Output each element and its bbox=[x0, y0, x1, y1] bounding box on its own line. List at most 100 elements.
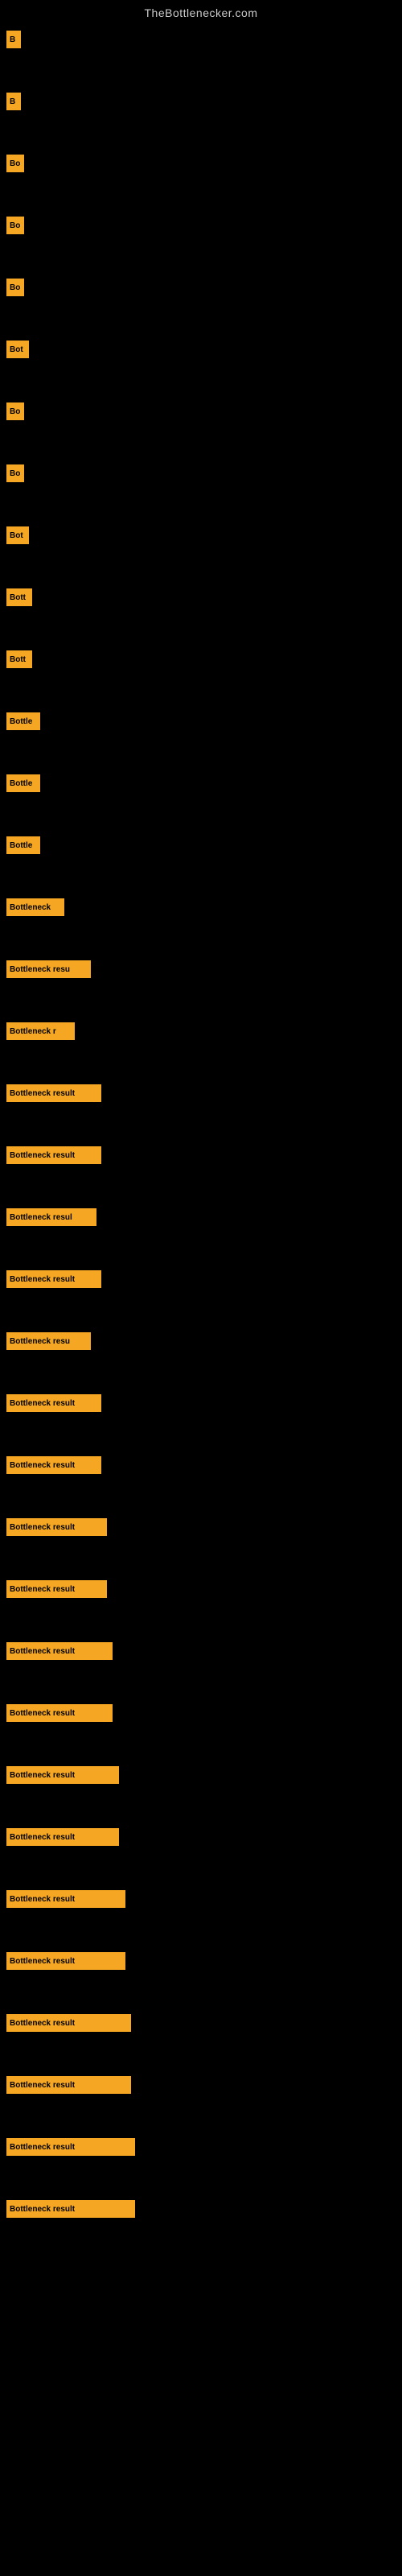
result-bar: Bo bbox=[6, 279, 24, 296]
result-bar: Bot bbox=[6, 526, 29, 544]
bar-label: Bottleneck r bbox=[10, 1027, 56, 1036]
result-bar: Bottleneck resul bbox=[6, 1208, 96, 1226]
bar-label: Bottleneck bbox=[10, 903, 51, 912]
result-bar: B bbox=[6, 93, 21, 110]
bar-row: Bottleneck result bbox=[6, 2076, 402, 2094]
bars-container: BBBoBoBoBotBoBoBotBottBottBottleBottleBo… bbox=[0, 23, 402, 2218]
bar-row: Bottleneck result bbox=[6, 1704, 402, 1722]
bar-label: Bott bbox=[10, 655, 26, 664]
result-bar: Bott bbox=[6, 588, 32, 606]
result-bar: Bottleneck result bbox=[6, 1766, 119, 1784]
bar-row: Bottleneck result bbox=[6, 1890, 402, 1908]
bar-label: Bottleneck result bbox=[10, 1275, 75, 1284]
bar-label: B bbox=[10, 97, 15, 106]
bar-label: Bottleneck resul bbox=[10, 1213, 72, 1222]
bar-row: Bott bbox=[6, 650, 402, 668]
bar-row: Bottleneck result bbox=[6, 1952, 402, 1970]
bar-label: Bottleneck result bbox=[10, 1647, 75, 1656]
bar-label: Bottle bbox=[10, 779, 32, 788]
result-bar: Bott bbox=[6, 650, 32, 668]
bar-row: B bbox=[6, 31, 402, 48]
bar-label: Bottleneck result bbox=[10, 1957, 75, 1966]
bar-label: Bot bbox=[10, 531, 23, 540]
bar-row: Bottleneck result bbox=[6, 1456, 402, 1474]
bar-label: Bottleneck result bbox=[10, 1151, 75, 1160]
bar-row: Bottleneck result bbox=[6, 1084, 402, 1102]
bar-row: Bottleneck r bbox=[6, 1022, 402, 1040]
result-bar: Bot bbox=[6, 341, 29, 358]
bar-row: Bottleneck result bbox=[6, 1518, 402, 1536]
bar-label: Bo bbox=[10, 469, 20, 478]
bar-label: Bottleneck result bbox=[10, 1771, 75, 1780]
result-bar: Bottle bbox=[6, 712, 40, 730]
result-bar: Bottleneck result bbox=[6, 1890, 125, 1908]
bar-row: Bottleneck result bbox=[6, 1766, 402, 1784]
bar-row: Bottleneck result bbox=[6, 1828, 402, 1846]
result-bar: Bottleneck result bbox=[6, 2138, 135, 2156]
result-bar: Bo bbox=[6, 155, 24, 172]
bar-row: Bottleneck result bbox=[6, 2014, 402, 2032]
bar-label: Bottleneck resu bbox=[10, 1337, 70, 1346]
bar-label: Bo bbox=[10, 221, 20, 230]
bar-row: Bottleneck result bbox=[6, 2200, 402, 2218]
bar-row: B bbox=[6, 93, 402, 110]
bar-label: Bottleneck result bbox=[10, 1399, 75, 1408]
bar-row: Bottleneck result bbox=[6, 1642, 402, 1660]
bar-row: Bot bbox=[6, 341, 402, 358]
bar-label: B bbox=[10, 35, 15, 44]
result-bar: Bottleneck result bbox=[6, 1518, 107, 1536]
bar-row: Bot bbox=[6, 526, 402, 544]
bar-row: Bott bbox=[6, 588, 402, 606]
result-bar: Bottleneck result bbox=[6, 1084, 101, 1102]
bar-label: Bottleneck result bbox=[10, 1709, 75, 1718]
result-bar: Bottleneck result bbox=[6, 1146, 101, 1164]
result-bar: Bottleneck result bbox=[6, 2076, 131, 2094]
bar-label: Bottle bbox=[10, 717, 32, 726]
result-bar: B bbox=[6, 31, 21, 48]
bar-row: Bottle bbox=[6, 774, 402, 792]
result-bar: Bottleneck result bbox=[6, 1394, 101, 1412]
result-bar: Bottle bbox=[6, 774, 40, 792]
result-bar: Bottleneck result bbox=[6, 1704, 113, 1722]
result-bar: Bottleneck r bbox=[6, 1022, 75, 1040]
bar-label: Bottleneck result bbox=[10, 1089, 75, 1098]
bar-label: Bottleneck result bbox=[10, 2205, 75, 2214]
bar-label: Bottleneck result bbox=[10, 2019, 75, 2028]
bar-row: Bottleneck resu bbox=[6, 960, 402, 978]
bar-row: Bottleneck result bbox=[6, 1580, 402, 1598]
result-bar: Bottleneck result bbox=[6, 1270, 101, 1288]
bar-label: Bott bbox=[10, 593, 26, 602]
bar-row: Bottleneck resu bbox=[6, 1332, 402, 1350]
bar-row: Bottleneck result bbox=[6, 1146, 402, 1164]
result-bar: Bottleneck result bbox=[6, 2200, 135, 2218]
bar-row: Bottleneck result bbox=[6, 1270, 402, 1288]
bar-label: Bo bbox=[10, 283, 20, 292]
bar-row: Bo bbox=[6, 155, 402, 172]
bar-label: Bottleneck result bbox=[10, 2081, 75, 2090]
result-bar: Bo bbox=[6, 464, 24, 482]
result-bar: Bo bbox=[6, 217, 24, 234]
result-bar: Bottle bbox=[6, 836, 40, 854]
bar-row: Bottleneck bbox=[6, 898, 402, 916]
bar-label: Bottleneck result bbox=[10, 1833, 75, 1842]
result-bar: Bottleneck result bbox=[6, 2014, 131, 2032]
bar-row: Bottle bbox=[6, 712, 402, 730]
bar-row: Bottle bbox=[6, 836, 402, 854]
bar-label: Bottleneck result bbox=[10, 1585, 75, 1594]
result-bar: Bottleneck result bbox=[6, 1580, 107, 1598]
bar-label: Bottleneck resu bbox=[10, 965, 70, 974]
bar-row: Bottleneck resul bbox=[6, 1208, 402, 1226]
result-bar: Bottleneck result bbox=[6, 1828, 119, 1846]
bar-row: Bottleneck result bbox=[6, 1394, 402, 1412]
bar-row: Bo bbox=[6, 217, 402, 234]
result-bar: Bottleneck resu bbox=[6, 960, 91, 978]
bar-label: Bo bbox=[10, 159, 20, 168]
bar-row: Bottleneck result bbox=[6, 2138, 402, 2156]
bar-label: Bottleneck result bbox=[10, 1895, 75, 1904]
bar-label: Bottle bbox=[10, 841, 32, 850]
bar-label: Bottleneck result bbox=[10, 1461, 75, 1470]
bar-row: Bo bbox=[6, 279, 402, 296]
result-bar: Bottleneck result bbox=[6, 1952, 125, 1970]
result-bar: Bottleneck resu bbox=[6, 1332, 91, 1350]
bar-label: Bottleneck result bbox=[10, 1523, 75, 1532]
